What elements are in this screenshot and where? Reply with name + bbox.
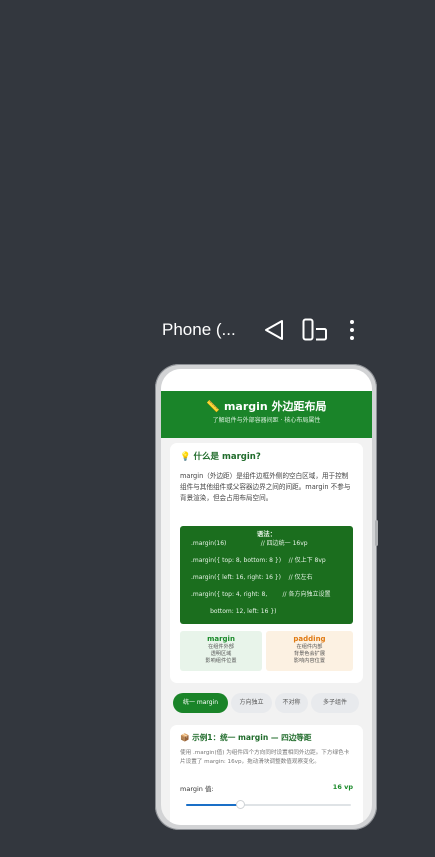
- back-triangle-icon[interactable]: [263, 319, 285, 341]
- padding-compare-line: 影响内容位置: [293, 658, 326, 664]
- tab-multi-children[interactable]: 多子组件: [311, 693, 359, 713]
- code-line: bottom: 12, left: 16 }): [191, 608, 277, 615]
- intro-description: margin（外边距）是组件边框外侧的空白区域，用于控制组件与其他组件或父容器边…: [180, 472, 351, 502]
- margin-slider-handle[interactable]: [235, 800, 245, 809]
- margin-value-label: margin 值:: [180, 785, 214, 793]
- example-card: 📦 示例1：统一 margin — 四边等距 使用 .margin(值) 为组件…: [170, 725, 363, 825]
- page-title: 📏 margin 外边距布局: [206, 400, 327, 413]
- margin-value: 16 vp: [332, 783, 353, 791]
- phone-screen: 📏 margin 外边距布局 了解组件与外部容器间距 · 核心布局属性 💡 什么…: [161, 369, 372, 825]
- intro-card: 💡 什么是 margin? margin（外边距）是组件边框外侧的空白区域，用于…: [170, 443, 363, 683]
- rotate-device-icon[interactable]: [302, 318, 328, 342]
- device-name: Phone (...: [162, 320, 236, 339]
- tab-directional[interactable]: 方向独立: [231, 693, 272, 713]
- margin-compare-box: margin 在组件外部 透明区域 影响组件位置: [180, 631, 262, 671]
- status-bar: [161, 369, 372, 391]
- phone-side-button: [375, 520, 378, 546]
- margin-compare-line: 在组件外部: [208, 644, 234, 650]
- padding-compare-line: 在组件内部: [296, 644, 323, 650]
- example-heading: 📦 示例1：统一 margin — 四边等距: [180, 733, 312, 742]
- code-line: .margin({ top: 4, right: 8, // 各方向独立设置: [191, 591, 331, 598]
- margin-slider-fill: [186, 804, 241, 806]
- example-description: 使用 .margin(值) 为组件四个方向同时设置相同外边距。下方绿色卡片设置了…: [180, 750, 350, 765]
- more-vertical-icon[interactable]: [346, 319, 358, 341]
- padding-compare-box: padding 在组件内部 背景色会扩展 影响内容位置: [266, 631, 353, 671]
- code-line: .margin({ top: 8, bottom: 8 }) // 仅上下 8v…: [191, 557, 326, 564]
- margin-compare-line: 透明区域: [210, 651, 232, 657]
- tab-asymmetric[interactable]: 不对称: [275, 693, 308, 713]
- padding-compare-line: 背景色会扩展: [293, 651, 326, 657]
- margin-compare-title: margin: [207, 635, 235, 643]
- app-header: 📏 margin 外边距布局 了解组件与外部容器间距 · 核心布局属性: [161, 391, 372, 438]
- code-line: .margin(16) // 四边统一 16vp: [191, 540, 308, 547]
- tab-uniform-margin[interactable]: 统一 margin: [173, 693, 228, 713]
- margin-compare-line: 影响组件位置: [205, 658, 237, 664]
- syntax-code-block: 语法： .margin(16) // 四边统一 16vp .margin({ t…: [180, 526, 353, 624]
- margin-slider[interactable]: [186, 800, 351, 809]
- example-tabs: 统一 margin 方向独立 不对称 多子组件: [170, 693, 370, 715]
- code-title: 语法：: [256, 530, 277, 538]
- intro-heading: 💡 什么是 margin?: [180, 452, 261, 462]
- padding-compare-title: padding: [293, 635, 326, 643]
- page-subtitle: 了解组件与外部容器间距 · 核心布局属性: [212, 417, 321, 424]
- code-line: .margin({ left: 16, right: 16 }) // 仅左右: [191, 574, 313, 581]
